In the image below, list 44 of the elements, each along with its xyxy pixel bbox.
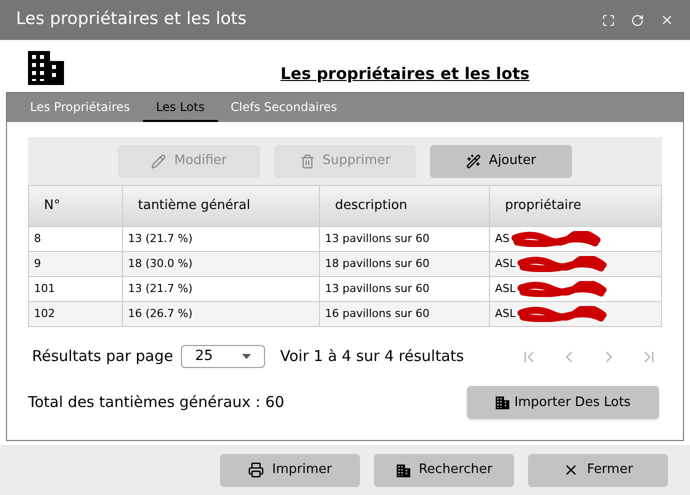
close-button[interactable] — [660, 13, 674, 27]
table-cell-text: 16 (26.7 %) — [128, 306, 193, 322]
table-cell-text: 13 pavillons sur 60 — [325, 230, 430, 247]
table-cell-text: ASL — [495, 280, 516, 297]
column-header[interactable]: tantième général — [122, 186, 320, 226]
table-cell-text: ASL — [495, 306, 516, 322]
tab[interactable]: Les Lots — [142, 93, 218, 122]
table-cell-text: 101 — [34, 280, 55, 297]
table-cell-text: 8 — [34, 230, 41, 247]
printer-icon — [248, 462, 264, 478]
maximize-button[interactable] — [602, 14, 615, 26]
table-cell-text: 9 — [34, 256, 41, 272]
table-cell-text: 102 — [34, 306, 55, 322]
building-icon — [495, 395, 510, 410]
tab[interactable]: Les Propriétaires — [17, 93, 143, 122]
table-cell-text: 13 (21.7 %) — [128, 280, 193, 297]
pencil-icon — [151, 154, 166, 168]
tab[interactable]: Clefs Secondaires — [218, 93, 350, 122]
table-cell-text: 16 pavillons sur 60 — [325, 306, 430, 322]
building-icon — [396, 462, 411, 478]
table-cell-text: ASL — [495, 256, 516, 272]
toolbar-button[interactable]: Ajouter — [430, 144, 572, 178]
footer-button[interactable]: Rechercher — [374, 454, 514, 486]
caret-icon — [242, 354, 252, 359]
footer-button[interactable]: Fermer — [528, 454, 668, 486]
footer-button[interactable]: Imprimer — [220, 454, 360, 486]
table-cell-text: AS — [495, 230, 510, 247]
column-header[interactable]: propriétaire — [490, 186, 662, 226]
magic-wand-icon — [466, 154, 481, 168]
import-button[interactable]: Importer Des Lots — [467, 386, 659, 419]
results-summary: Voir 1 à 4 sur 4 résultats — [280, 346, 464, 368]
column-header[interactable]: N° — [28, 186, 122, 226]
page-size-dropdown[interactable]: 25 — [181, 345, 266, 368]
page-size-label: Résultats par page — [32, 346, 174, 368]
table-cell-text: 13 (21.7 %) — [128, 230, 193, 247]
trash-icon — [300, 154, 315, 168]
page-heading: Les propriétaires et les lots — [280, 63, 530, 85]
table-cell-text: 13 pavillons sur 60 — [325, 280, 430, 297]
refresh-button[interactable] — [631, 14, 644, 26]
window-title: Les propriétaires et les lots — [16, 8, 248, 32]
table-cell-text: 18 pavillons sur 60 — [325, 256, 430, 272]
column-header[interactable]: description — [320, 186, 490, 226]
table-cell-text: 18 (30.0 %) — [128, 256, 193, 272]
total-text: Total des tantièmes généraux : 60 — [28, 392, 284, 414]
